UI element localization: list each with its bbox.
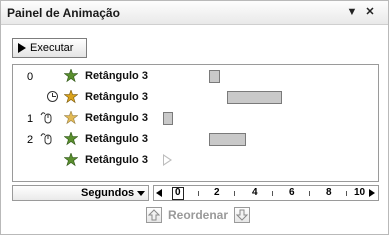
effects-list[interactable]: 0 Retângulo 3 Retângulo 3 1 Retângulo 3 … [12, 64, 379, 182]
animation-pane: Painel de Animação ▼ ✕ Executar 0 Retâng… [0, 0, 389, 235]
effect-name: Retângulo 3 [85, 91, 148, 103]
tick-label: 8 [326, 187, 332, 198]
move-up-button[interactable] [146, 207, 162, 223]
reorder-controls: Reordenar [146, 206, 251, 224]
effect-order: 1 [27, 113, 34, 125]
effect-order: 0 [27, 71, 34, 83]
timing-triangle-inner [164, 155, 170, 164]
after-previous-clock-icon [47, 91, 58, 102]
reorder-label: Reordenar [168, 208, 229, 222]
effect-name: Retângulo 3 [85, 70, 148, 82]
pane-title: Painel de Animação [7, 6, 120, 20]
tick-label: 0 [175, 187, 181, 198]
timeline-bar: Segundos 0 2 4 6 8 10 [12, 185, 379, 201]
effect-row[interactable]: 2 Retângulo 3 [13, 130, 378, 150]
timing-bar[interactable] [209, 70, 220, 83]
effect-name: Retângulo 3 [85, 154, 148, 166]
arrow-up-icon [148, 209, 160, 221]
run-button-label: Executar [30, 42, 74, 54]
effect-row[interactable]: Retângulo 3 [13, 88, 378, 108]
effect-row[interactable]: Retângulo 3 [13, 151, 378, 171]
chevron-down-icon [137, 191, 145, 196]
seconds-label: Segundos [81, 187, 135, 199]
timing-bar[interactable] [209, 133, 246, 146]
timing-bar[interactable] [163, 112, 173, 125]
effect-name: Retângulo 3 [85, 133, 148, 145]
arrow-down-icon [236, 209, 249, 221]
tick-label: 6 [289, 187, 295, 198]
tick-label: 2 [214, 187, 220, 198]
entrance-effect-icon [64, 153, 78, 167]
entrance-effect-icon [64, 132, 78, 146]
effect-row[interactable]: 0 Retângulo 3 [13, 67, 378, 87]
tick-mark [272, 191, 273, 196]
on-click-mouse-icon [40, 112, 52, 124]
emphasis-effect-icon [64, 90, 78, 104]
tick-label: 10 [354, 187, 366, 198]
on-click-mouse-icon [40, 133, 52, 145]
move-down-button[interactable] [234, 207, 251, 223]
title-bar: Painel de Animação ▼ ✕ [1, 1, 388, 25]
effect-order: 2 [27, 134, 34, 146]
run-button[interactable]: Executar [12, 38, 87, 58]
timing-bar[interactable] [227, 91, 282, 104]
tick-mark [346, 191, 347, 196]
seconds-dropdown[interactable]: Segundos [12, 185, 149, 201]
scroll-right-icon[interactable] [369, 189, 375, 197]
scroll-left-icon[interactable] [156, 189, 162, 197]
entrance-effect-icon [64, 69, 78, 83]
exit-effect-icon [64, 111, 78, 125]
tick-mark [309, 191, 310, 196]
pane-menu-icon[interactable]: ▼ [345, 5, 359, 19]
play-icon [18, 43, 26, 53]
tick-label: 4 [252, 187, 258, 198]
time-scale[interactable]: 0 2 4 6 8 10 [153, 185, 379, 201]
effect-name: Retângulo 3 [85, 112, 148, 124]
effect-row[interactable]: 1 Retângulo 3 [13, 109, 378, 129]
close-icon[interactable]: ✕ [363, 5, 377, 19]
tick-mark [198, 191, 199, 196]
tick-mark [234, 191, 235, 196]
